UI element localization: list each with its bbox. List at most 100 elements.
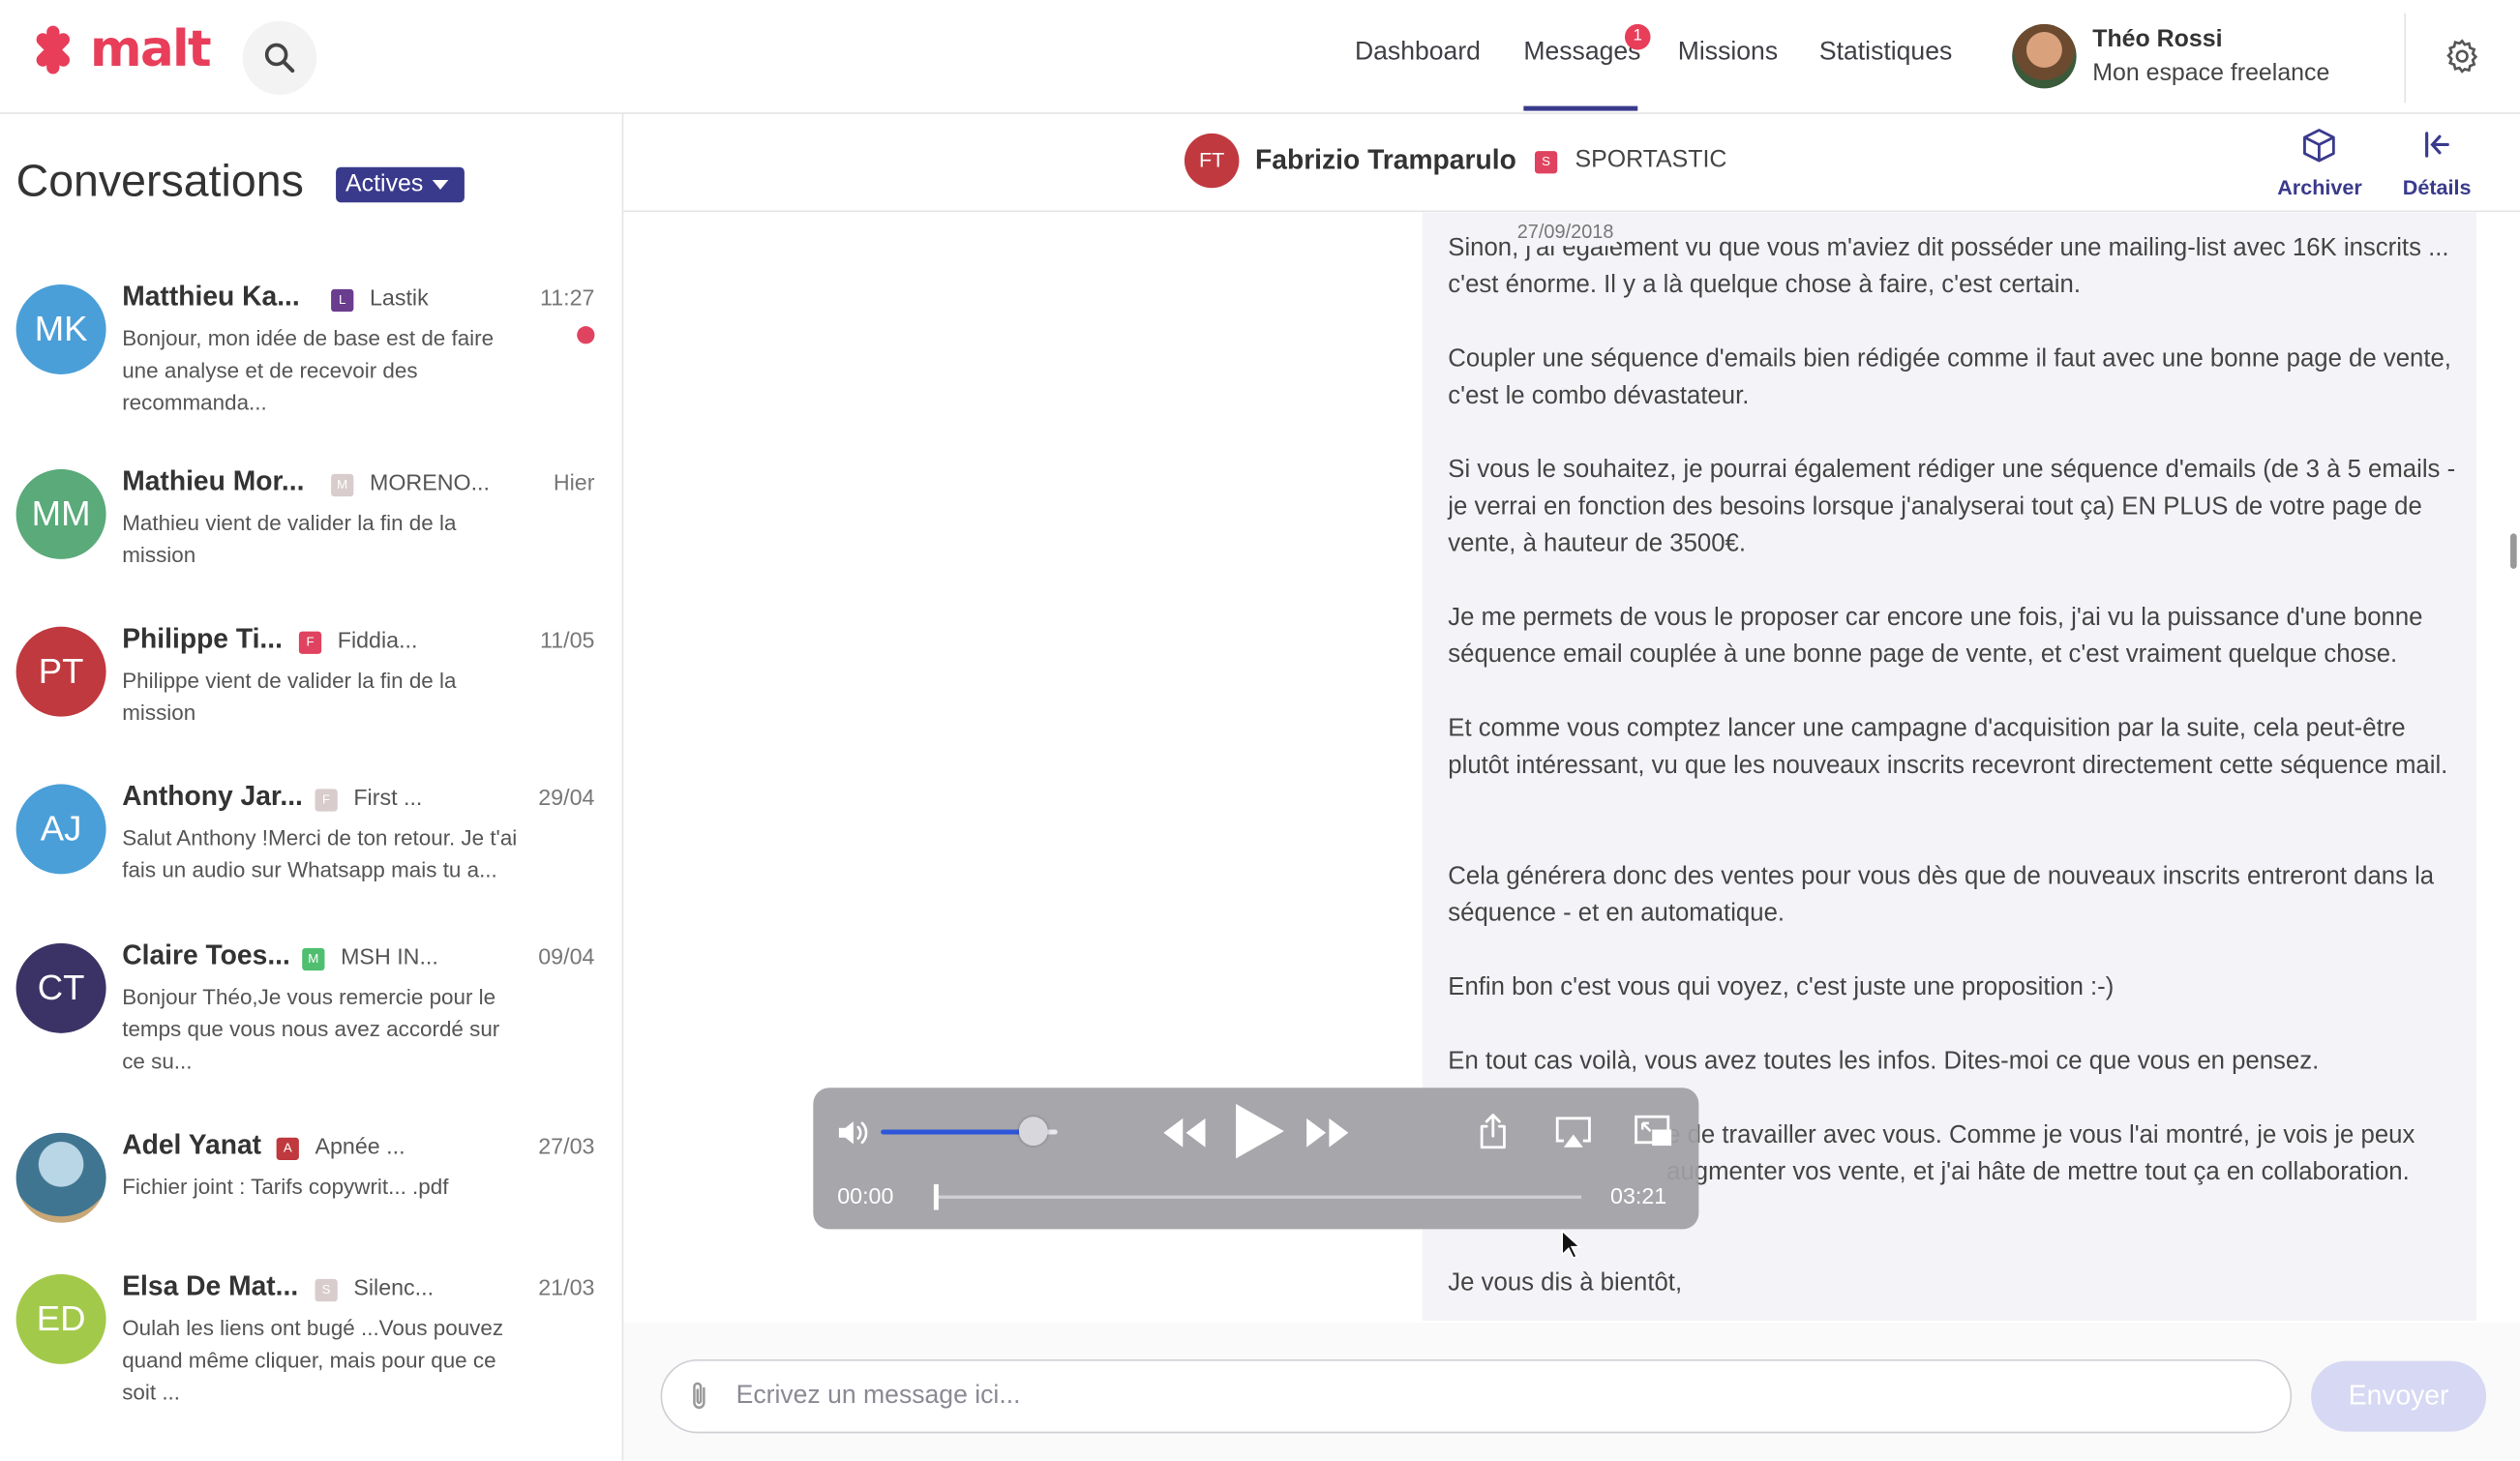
filter-label: Actives bbox=[345, 170, 424, 198]
collapse-left-icon bbox=[2425, 132, 2450, 158]
conversation-preview: Bonjour, mon idée de base est de faire u… bbox=[122, 326, 495, 415]
volume-slider[interactable] bbox=[881, 1117, 1058, 1147]
avatar: PT bbox=[15, 626, 106, 717]
conversation-name: Philippe Ti... bbox=[122, 623, 283, 654]
message-paragraph: Je vous dis à bientôt, bbox=[1448, 1268, 1683, 1297]
conversation-name: Claire Toes... bbox=[122, 939, 290, 971]
caret-down-icon bbox=[433, 180, 449, 191]
archive-label: Archiver bbox=[2277, 175, 2362, 199]
contact-name[interactable]: Fabrizio Tramparulo bbox=[1255, 144, 1516, 176]
nav-dashboard[interactable]: Dashboard bbox=[1355, 39, 1481, 68]
conversation-item[interactable]: AJ Anthony Jar... F First ... 29/04 Salut Ant… bbox=[0, 781, 622, 941]
conversation-item[interactable]: CT Claire Toes... M MSH IN... 09/04 Bonjour T… bbox=[0, 939, 622, 1101]
duration: 03:21 bbox=[1610, 1182, 1667, 1208]
progress-handle[interactable] bbox=[933, 1183, 939, 1210]
search-button[interactable] bbox=[242, 20, 317, 95]
conversation-time: 21/03 bbox=[538, 1273, 595, 1300]
details-label: Détails bbox=[2402, 175, 2472, 199]
company-badge: L bbox=[331, 288, 354, 313]
volume-handle[interactable] bbox=[1019, 1117, 1049, 1147]
message-paragraph: Enfin bon c'est vous qui voyez, c'est ju… bbox=[1448, 973, 2115, 1001]
volume-icon[interactable] bbox=[836, 1117, 872, 1148]
conversation-name: Anthony Jar... bbox=[122, 781, 303, 812]
conversation-preview: Mathieu vient de valider la fin de la mi… bbox=[122, 511, 457, 568]
conversation-name: Adel Yanat bbox=[122, 1129, 262, 1161]
unread-indicator bbox=[577, 326, 595, 344]
message-paragraph: e de travailler avec vous. Comme je vous… bbox=[1666, 1121, 2415, 1186]
company-badge: S bbox=[315, 1278, 338, 1302]
company-name: First ... bbox=[353, 784, 423, 810]
sidebar-title: Conversations bbox=[15, 156, 304, 206]
divider bbox=[2404, 13, 2407, 104]
nav-statistiques[interactable]: Statistiques bbox=[1819, 39, 1952, 68]
rewind-icon[interactable] bbox=[1160, 1116, 1209, 1151]
conversation-time: Hier bbox=[553, 468, 595, 495]
conversation-preview: Bonjour Théo,Je vous remercie pour le te… bbox=[122, 985, 500, 1074]
company-name: Silenc... bbox=[353, 1273, 435, 1300]
message-input-placeholder: Ecrivez un message ici... bbox=[735, 1382, 1021, 1410]
conversation-filter-dropdown[interactable]: Actives bbox=[336, 166, 465, 203]
fast-forward-icon[interactable] bbox=[1304, 1116, 1352, 1151]
avatar: MK bbox=[15, 283, 106, 374]
conversation-item[interactable]: ED Elsa De Mat... S Silenc... 21/03 Oulah les… bbox=[0, 1270, 622, 1432]
conversation-time: 11:27 bbox=[539, 283, 595, 311]
message-paragraph: Coupler une séquence d'emails bien rédig… bbox=[1448, 345, 2451, 410]
play-icon[interactable] bbox=[1229, 1101, 1287, 1162]
contact-avatar[interactable]: FT bbox=[1184, 133, 1240, 189]
avatar: MM bbox=[15, 468, 106, 559]
conversation-preview: Philippe vient de valider la fin de la m… bbox=[122, 668, 457, 725]
company-name[interactable]: SPORTASTIC bbox=[1575, 146, 1726, 173]
airplay-icon[interactable] bbox=[1554, 1116, 1593, 1151]
avatar bbox=[15, 1132, 106, 1223]
company-name: Apnée ... bbox=[315, 1132, 405, 1159]
profile-name: Théo Rossi bbox=[2092, 25, 2223, 53]
conversation-preview: Fichier joint : Tarifs copywrit... .pdf bbox=[122, 1174, 449, 1199]
conversation-time: 29/04 bbox=[538, 784, 595, 810]
nav-active-indicator bbox=[1523, 105, 1638, 111]
conversation-name: Matthieu Ka... bbox=[122, 281, 300, 313]
mouse-cursor-icon bbox=[1561, 1229, 1582, 1260]
conversation-item[interactable]: PT Philippe Ti... F Fiddia... 11/05 Philippe … bbox=[0, 623, 622, 785]
nav-missions[interactable]: Missions bbox=[1678, 39, 1778, 68]
conversation-item[interactable]: Adel Yanat A Apnée ... 27/03 Fichier joint :… bbox=[0, 1129, 622, 1291]
share-icon[interactable] bbox=[1477, 1112, 1509, 1150]
message-paragraph: Et comme vous comptez lancer une campagn… bbox=[1448, 715, 2448, 780]
gear-icon[interactable] bbox=[2443, 37, 2481, 75]
company-badge: F bbox=[298, 631, 322, 654]
conversation-time: 09/04 bbox=[538, 942, 595, 969]
messages-unread-badge: 1 bbox=[1624, 23, 1651, 50]
archive-button[interactable]: Archiver bbox=[2277, 127, 2362, 199]
company-badge: M bbox=[331, 473, 354, 497]
conversation-item[interactable]: MK Matthieu Ka... L Lastik 11:27 Bonjour, mon… bbox=[0, 281, 622, 442]
avatar bbox=[2012, 23, 2077, 89]
company-name: MORENO... bbox=[369, 468, 490, 495]
send-button[interactable]: Envoyer bbox=[2311, 1360, 2487, 1432]
malt-logo-icon bbox=[36, 25, 71, 75]
conversations-sidebar: Conversations Actives MK Matthieu Ka... L L… bbox=[0, 113, 624, 1461]
message-paragraph: Je me permets de vous le proposer car en… bbox=[1448, 604, 2423, 669]
conversation-name: Elsa De Mat... bbox=[122, 1270, 299, 1302]
conversation-preview: Oulah les liens ont bugé ...Vous pouvez … bbox=[122, 1316, 504, 1405]
picture-in-picture-icon[interactable] bbox=[1633, 1114, 1674, 1149]
malt-logo[interactable]: malt bbox=[26, 20, 212, 79]
scrollbar-thumb[interactable] bbox=[2510, 533, 2517, 569]
paperclip-icon[interactable] bbox=[688, 1381, 710, 1413]
company-name: Lastik bbox=[369, 283, 429, 311]
avatar: AJ bbox=[15, 784, 106, 875]
company-name: Fiddia... bbox=[337, 626, 418, 653]
details-button[interactable]: Détails bbox=[2403, 127, 2472, 199]
nav-messages[interactable]: Messages bbox=[1523, 39, 1640, 68]
conversation-name: Mathieu Mor... bbox=[122, 465, 305, 497]
company-badge: M bbox=[302, 947, 325, 971]
brand-name: malt bbox=[89, 20, 212, 79]
chat-header: FT Fabrizio Tramparulo S SPORTASTIC Arch… bbox=[623, 113, 2520, 213]
message-input[interactable]: Ecrivez un message ici... bbox=[660, 1358, 2293, 1434]
progress-bar[interactable] bbox=[933, 1183, 1582, 1210]
avatar: ED bbox=[15, 1273, 106, 1364]
app-screen: malt Dashboard Messages 1 Missions Stati… bbox=[0, 0, 2520, 1461]
company-badge: S bbox=[1534, 151, 1558, 174]
message-paragraph: Cela générera donc des ventes pour vous … bbox=[1448, 862, 2435, 928]
message-composer: Ecrivez un message ici... Envoyer bbox=[623, 1322, 2520, 1461]
message-date: 27/09/2018 bbox=[1514, 217, 1617, 247]
conversation-item[interactable]: MM Mathieu Mor... M MORENO... Hier Mathieu vi… bbox=[0, 465, 622, 627]
